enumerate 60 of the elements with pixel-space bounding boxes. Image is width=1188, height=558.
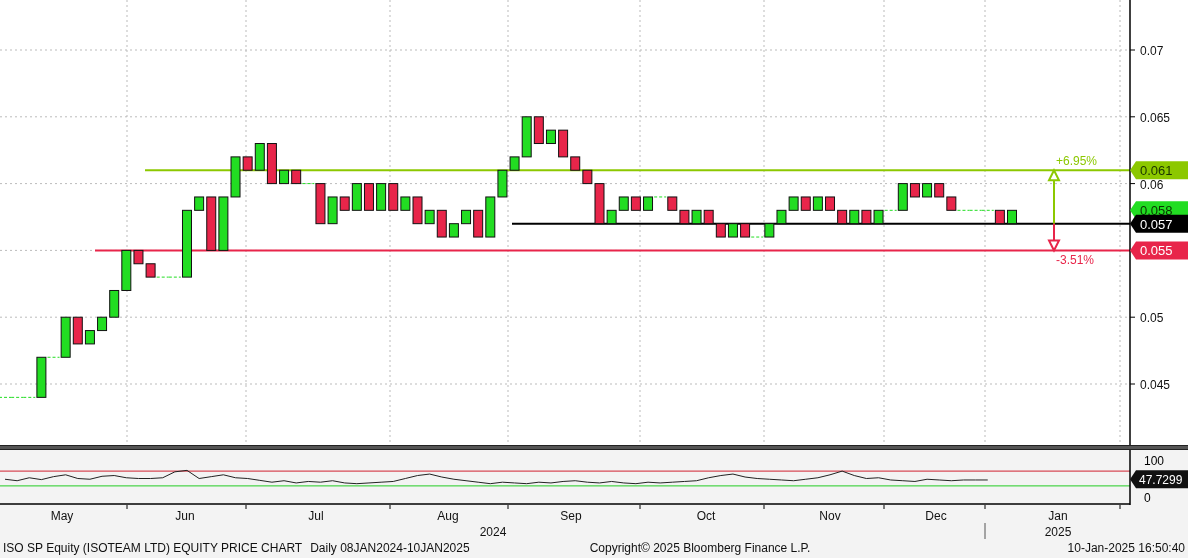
candle xyxy=(873,209,884,225)
axis-tick-label: 0.065 xyxy=(1140,110,1171,125)
axis-tick-label: 0.07 xyxy=(1140,44,1164,58)
month-label: May xyxy=(50,509,74,523)
candle xyxy=(934,183,945,198)
candle xyxy=(946,196,957,211)
axis-tick-label: 0.045 xyxy=(1140,378,1171,392)
candle xyxy=(364,183,374,211)
candle xyxy=(800,196,811,211)
month-label: Oct xyxy=(696,509,716,523)
month-label: Jan xyxy=(1048,509,1068,523)
candle xyxy=(145,263,156,278)
candle xyxy=(182,209,192,278)
candle xyxy=(740,223,751,238)
month-label: Dec xyxy=(925,509,947,523)
month-label: Jun xyxy=(175,509,195,523)
candle xyxy=(618,196,629,211)
chart-title: ISO SP Equity (ISOTEAM LTD) EQUITY PRICE CHART xyxy=(3,539,303,557)
axis-tick-label: 0.06 xyxy=(1140,177,1164,192)
candle xyxy=(36,356,47,398)
axis-tick-label: 100 xyxy=(1144,454,1165,468)
candle xyxy=(994,209,1005,225)
candle xyxy=(861,209,872,225)
timestamp: 10-Jan-2025 16:50:40 xyxy=(1067,539,1185,557)
month-label: Sep xyxy=(560,509,582,523)
year-label: 2024 xyxy=(479,525,507,539)
candle xyxy=(715,223,726,238)
axis-tick-label: 0.05 xyxy=(1140,311,1164,326)
candle xyxy=(643,196,653,211)
indicator-value-tag: 47.7299 xyxy=(1130,470,1188,489)
candle xyxy=(691,209,702,225)
candle xyxy=(376,183,387,211)
candle xyxy=(776,209,787,225)
candle xyxy=(825,196,835,211)
month-label: Jul xyxy=(308,509,324,523)
candle xyxy=(667,196,678,211)
candle xyxy=(679,209,690,225)
candle xyxy=(1007,209,1017,225)
candle xyxy=(764,223,775,238)
axis-tick-label: 0 xyxy=(1144,491,1151,505)
candle xyxy=(630,196,641,211)
candle xyxy=(849,209,860,225)
month-label: Aug xyxy=(437,509,459,523)
copyright-notice: Copyright© 2025 Bloomberg Finance L.P. xyxy=(589,539,811,557)
percent-label: +6.95% xyxy=(1056,154,1098,169)
candle xyxy=(922,183,933,198)
candle xyxy=(727,223,738,238)
candle xyxy=(812,196,823,211)
candle xyxy=(218,196,229,251)
candle xyxy=(291,169,302,185)
price-tag: 0.055 xyxy=(1130,241,1188,260)
price-tag: 0.061 xyxy=(1130,161,1188,180)
percent-label: -3.51% xyxy=(1056,253,1095,268)
candle xyxy=(279,169,290,185)
candle xyxy=(837,209,848,225)
date-range: Daily 08JAN2024-10JAN2025 xyxy=(310,539,470,557)
month-label: Nov xyxy=(819,509,841,523)
year-label: 2025 xyxy=(1044,525,1072,539)
candle xyxy=(703,209,714,225)
candle xyxy=(788,196,799,211)
